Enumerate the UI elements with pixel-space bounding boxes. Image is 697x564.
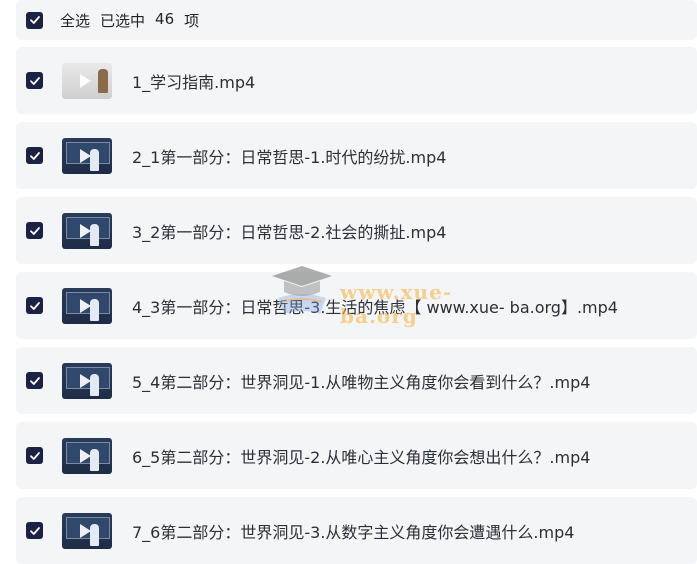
file-name: 7_6第二部分：世界洞见-3.从数字主义角度你会遭遇什么.mp4 [132, 522, 575, 542]
file-name: 3_2第一部分：日常哲思-2.社会的撕扯.mp4 [132, 222, 447, 242]
select-all-label[interactable]: 全选 [60, 10, 90, 31]
play-icon [80, 73, 91, 88]
file-row[interactable]: 2_1第一部分：日常哲思-1.时代的纷扰.mp4 [16, 122, 697, 189]
play-icon [80, 298, 91, 313]
file-row[interactable]: 7_6第二部分：世界洞见-3.从数字主义角度你会遭遇什么.mp4 [16, 497, 697, 564]
video-thumbnail [62, 362, 112, 399]
checkmark-icon [29, 526, 40, 535]
checkmark-icon [29, 16, 40, 24]
play-icon [80, 223, 91, 238]
file-checkbox[interactable] [26, 447, 43, 464]
checkmark-icon [29, 451, 40, 460]
select-all-bar: 全选 已选中 46 项 [16, 0, 697, 40]
file-checkbox[interactable] [26, 372, 43, 389]
file-row[interactable]: 1_学习指南.mp4 [16, 47, 697, 114]
file-row[interactable]: 6_5第二部分：世界洞见-2.从唯心主义角度你会想出什么？.mp4 [16, 422, 697, 489]
play-icon [80, 523, 91, 538]
checkmark-icon [29, 151, 40, 160]
video-thumbnail [62, 137, 112, 174]
checkmark-icon [29, 76, 40, 85]
file-name: 1_学习指南.mp4 [132, 72, 256, 92]
file-checkbox[interactable] [26, 147, 43, 164]
file-row[interactable]: 4_3第一部分：日常哲思-3.生活的焦虑【 www.xue- ba.org】.m… [16, 272, 697, 339]
selection-summary: 全选 已选中 46 项 [60, 10, 199, 31]
checkmark-icon [29, 376, 40, 385]
play-icon [80, 448, 91, 463]
video-thumbnail [62, 287, 112, 324]
video-thumbnail [62, 62, 112, 99]
video-thumbnail [62, 212, 112, 249]
selected-count: 46 [155, 9, 175, 28]
selected-label: 已选中 [100, 11, 146, 30]
file-checkbox[interactable] [26, 72, 43, 89]
file-name: 6_5第二部分：世界洞见-2.从唯心主义角度你会想出什么？.mp4 [132, 447, 591, 467]
video-thumbnail [62, 437, 112, 474]
file-checkbox[interactable] [26, 222, 43, 239]
selected-unit: 项 [184, 11, 200, 30]
file-row[interactable]: 5_4第二部分：世界洞见-1.从唯物主义角度你会看到什么？.mp4 [16, 347, 697, 414]
file-row[interactable]: 3_2第一部分：日常哲思-2.社会的撕扯.mp4 [16, 197, 697, 264]
file-name: 5_4第二部分：世界洞见-1.从唯物主义角度你会看到什么？.mp4 [132, 372, 591, 392]
file-checkbox[interactable] [26, 297, 43, 314]
checkmark-icon [29, 226, 40, 235]
play-icon [80, 148, 91, 163]
video-thumbnail [62, 512, 112, 549]
checkmark-icon [29, 301, 40, 310]
file-checkbox[interactable] [26, 522, 43, 539]
select-all-checkbox[interactable] [26, 11, 43, 29]
file-name: 2_1第一部分：日常哲思-1.时代的纷扰.mp4 [132, 147, 447, 167]
play-icon [80, 373, 91, 388]
file-name: 4_3第一部分：日常哲思-3.生活的焦虑【 www.xue- ba.org】.m… [132, 297, 618, 317]
